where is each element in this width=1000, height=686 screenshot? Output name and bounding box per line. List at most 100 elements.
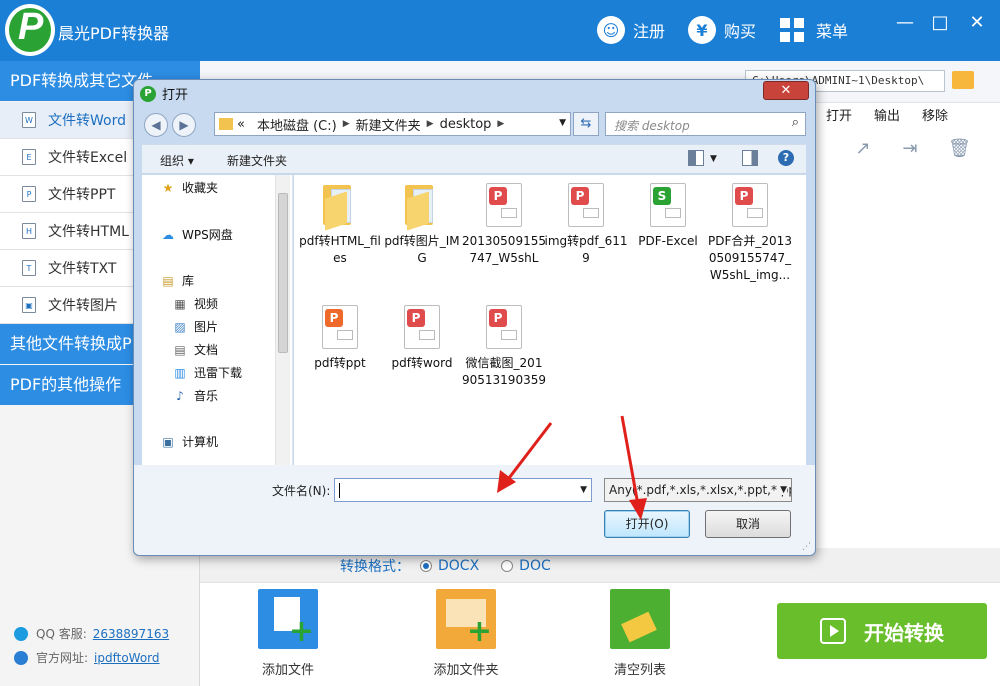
pdf-file-icon: P xyxy=(403,305,441,351)
nav-item-icon: ▦ xyxy=(174,296,186,311)
file-type-icon: E xyxy=(22,149,36,165)
chevron-down-icon[interactable]: ▼ xyxy=(559,118,566,128)
nav-item[interactable]: ▨ 图片 xyxy=(172,318,218,335)
search-input[interactable]: 搜索 desktop ⌕ xyxy=(605,112,806,136)
file-list: pdf转HTML_files pdf转图片_IMG P 20130509155747_… xyxy=(294,175,806,465)
nav-item[interactable]: ☁ WPS网盘 xyxy=(160,226,233,243)
nav-scrollbar[interactable] xyxy=(275,175,290,465)
doc-radio[interactable] xyxy=(501,560,514,572)
app-title: 晨光PDF转换器 xyxy=(58,24,170,43)
pdf-file-icon: P xyxy=(567,183,605,229)
view-options-icon[interactable] xyxy=(688,150,704,166)
file-item[interactable]: Ppdf转ppt xyxy=(298,305,382,372)
register-label: 注册 xyxy=(633,22,666,41)
file-type-select[interactable]: Any(*.pdf,*.xls,*.xlsx,*.ppt,*.pp ▼ xyxy=(604,478,792,502)
docx-radio[interactable] xyxy=(420,560,432,572)
buy-button[interactable]: ¥ 购买 xyxy=(688,15,756,45)
resize-grip-icon[interactable]: ⋰ xyxy=(802,542,812,552)
docx-label[interactable]: DOCX xyxy=(438,558,479,574)
file-item[interactable]: pdf转图片_IMG xyxy=(380,183,464,267)
nav-item-icon: ▣ xyxy=(162,434,174,449)
filename-label: 文件名(N): xyxy=(272,484,331,498)
help-icon[interactable]: ? xyxy=(778,150,794,166)
pdf-file-icon: P xyxy=(731,183,769,229)
dialog-title: P 打开 xyxy=(140,84,188,103)
qq-contact: QQ 客服: 2638897163 xyxy=(14,625,169,642)
maximize-button[interactable]: □ xyxy=(925,12,955,33)
sidebar-item-label: 文件转HTML xyxy=(48,224,129,240)
filename-input[interactable]: ▼ xyxy=(334,478,592,502)
forward-button[interactable]: ▶ xyxy=(172,113,196,137)
open-button[interactable]: 打开(O) xyxy=(604,510,690,538)
dialog-close-button[interactable]: ✕ xyxy=(763,81,809,100)
nav-item[interactable]: ▣ 计算机 xyxy=(160,433,218,450)
output-icon[interactable]: ⇥ xyxy=(900,138,920,159)
minimize-button[interactable]: — xyxy=(890,12,920,33)
organize-menu[interactable]: 组织 ▾ xyxy=(160,152,194,169)
nav-item-label: 音乐 xyxy=(194,389,219,403)
grid-icon xyxy=(780,18,804,42)
pdf-file-icon: P xyxy=(485,183,523,229)
file-item[interactable]: P 20130509155747_W5shL xyxy=(462,183,546,267)
file-type-icon: ▣ xyxy=(22,297,36,313)
address-bar[interactable]: « 本地磁盘 (C:) ▶ 新建文件夹 ▶ desktop ▶ ▼ xyxy=(214,112,571,136)
menu-button[interactable]: 菜单 xyxy=(780,15,848,45)
add-file-button[interactable]: + 添加文件 xyxy=(238,589,338,678)
file-type-icon: T xyxy=(22,260,36,276)
nav-item[interactable]: ▥ 迅雷下载 xyxy=(172,364,242,381)
new-folder-button[interactable]: 新建文件夹 xyxy=(227,152,287,169)
add-folder-button[interactable]: + 添加文件夹 xyxy=(416,589,516,678)
format-row: 转换格式： DOCX DOC xyxy=(340,556,551,576)
clear-list-button[interactable]: 清空列表 xyxy=(590,589,690,678)
folder-icon xyxy=(403,183,441,231)
app-titlebar: P 晨光PDF转换器 ☺ 注册 ¥ 购买 菜单 — □ ✕ xyxy=(0,0,1000,61)
doc-label[interactable]: DOC xyxy=(519,558,551,574)
broom-icon xyxy=(610,589,670,649)
breadcrumb-folder[interactable]: 新建文件夹 xyxy=(356,115,421,134)
file-item[interactable]: Ppdf转word xyxy=(380,305,464,372)
cancel-button[interactable]: 取消 xyxy=(705,510,791,538)
browse-folder-icon[interactable] xyxy=(952,71,974,89)
qq-icon xyxy=(14,626,28,641)
breadcrumb-drive[interactable]: 本地磁盘 (C:) xyxy=(257,115,337,134)
refresh-button[interactable]: ⇆ xyxy=(573,112,599,136)
breadcrumb-sep-icon[interactable]: ▶ xyxy=(497,119,504,129)
preview-pane-icon[interactable] xyxy=(742,150,758,166)
view-dropdown-icon[interactable]: ▼ xyxy=(710,154,717,164)
trash-icon[interactable]: 🗑 xyxy=(948,138,971,159)
open-external-icon[interactable]: ↗ xyxy=(853,138,873,159)
nav-item-icon: ★ xyxy=(162,180,174,195)
register-button[interactable]: ☺ 注册 xyxy=(597,15,665,45)
clear-list-label: 清空列表 xyxy=(613,663,666,678)
start-convert-button[interactable]: 开始转换 xyxy=(777,603,987,659)
file-item[interactable]: S PDF-Excel xyxy=(626,183,710,250)
breadcrumb-sep-icon[interactable]: ▶ xyxy=(343,119,350,129)
nav-item[interactable]: ▤ 库 xyxy=(160,272,194,289)
nav-item[interactable]: ♪ 音乐 xyxy=(172,387,218,404)
breadcrumb-overflow[interactable]: « xyxy=(237,117,245,132)
breadcrumb-sep-icon[interactable]: ▶ xyxy=(427,119,434,129)
file-item[interactable]: P 微信截图_20190513190359 xyxy=(462,305,546,389)
file-item[interactable]: pdf转HTML_files xyxy=(298,183,382,267)
file-item[interactable]: Pimg转pdf_6119 xyxy=(544,183,628,267)
nav-item-label: 收藏夹 xyxy=(182,181,219,195)
sidebar-item-label: 文件转TXT xyxy=(48,261,117,277)
nav-item[interactable]: ▦ 视频 xyxy=(172,295,218,312)
chevron-down-icon[interactable]: ▼ xyxy=(580,485,587,495)
nav-item[interactable]: ▤ 文档 xyxy=(172,341,218,358)
qq-link[interactable]: 2638897163 xyxy=(93,627,169,641)
back-button[interactable]: ◀ xyxy=(144,113,168,137)
excel-file-icon: S xyxy=(649,183,687,229)
nav-item[interactable]: ★ 收藏夹 xyxy=(160,179,218,196)
breadcrumb-desktop[interactable]: desktop xyxy=(440,117,492,132)
search-icon: ⌕ xyxy=(791,115,799,130)
command-bar: 组织 ▾ 新建文件夹 ▼ ? xyxy=(142,144,806,174)
file-name: PDF合并_20130509155747_W5shL_img... xyxy=(708,234,792,282)
file-name: pdf转HTML_files xyxy=(299,234,381,265)
format-label: 转换格式： xyxy=(340,559,410,575)
close-button[interactable]: ✕ xyxy=(962,12,992,33)
site-link[interactable]: ipdftoWord xyxy=(94,651,159,665)
chevron-down-icon[interactable]: ▼ xyxy=(778,485,787,495)
file-item[interactable]: P PDF合并_20130509155747_W5shL_img... xyxy=(708,183,792,284)
navigation-pane: ★ 收藏夹 ☁ WPS网盘 ▤ 库 ▦ 视频 ▨ 图片 ▤ 文档 ▥ 迅雷下载 ♪ 音乐 ▣ 计算机 xyxy=(142,175,293,465)
